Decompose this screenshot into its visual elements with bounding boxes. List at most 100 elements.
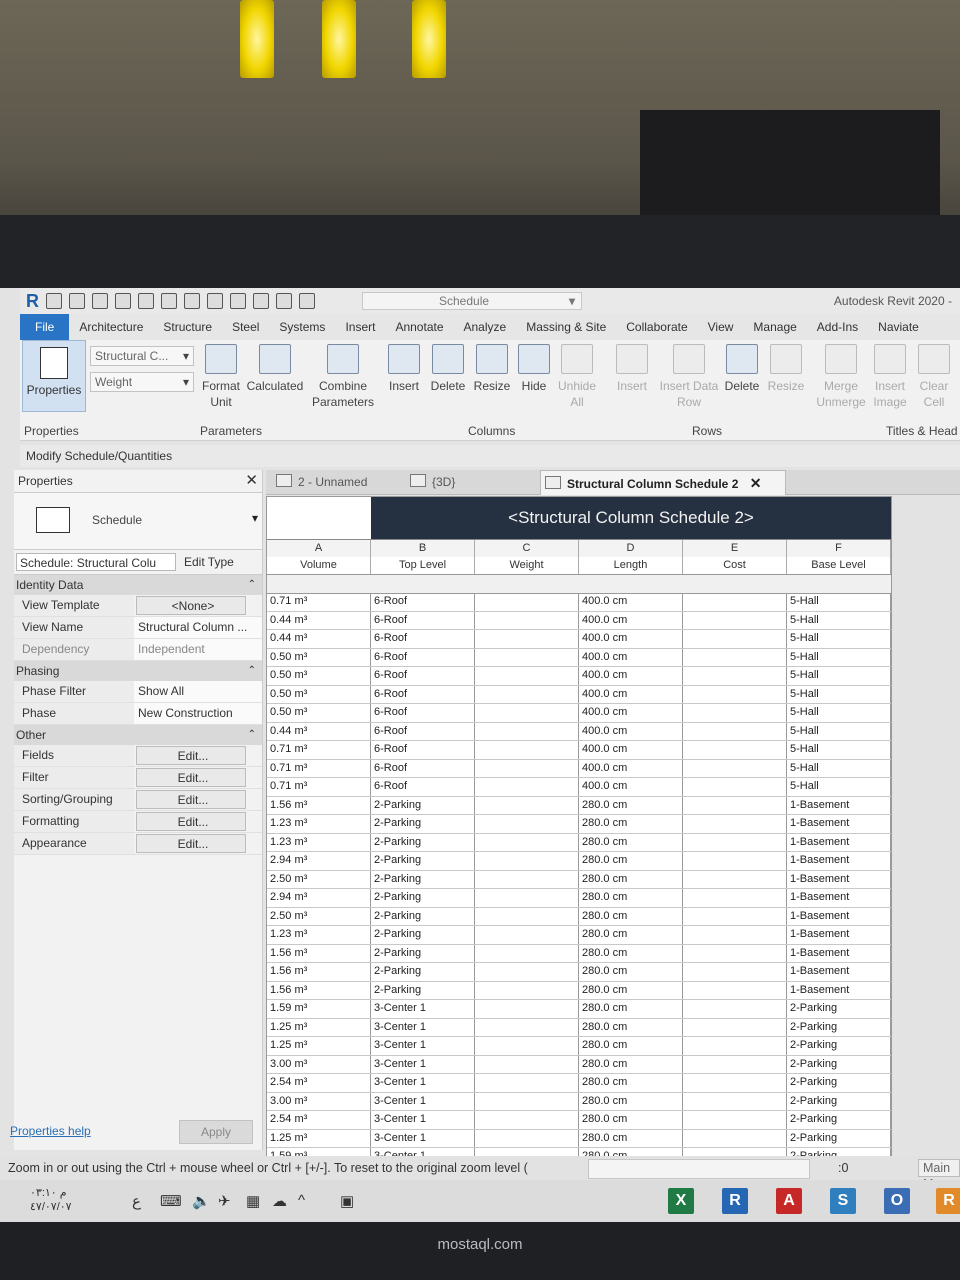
- table-cell[interactable]: [683, 685, 787, 703]
- redo-icon[interactable]: [138, 293, 154, 309]
- table-cell[interactable]: 1.56 m³: [267, 963, 371, 981]
- tab-analyze[interactable]: Analyze: [454, 320, 517, 334]
- table-cell[interactable]: [475, 1037, 579, 1055]
- table-row[interactable]: 0.50 m³ 6-Roof 400.0 cm 5-Hall: [267, 648, 891, 667]
- table-cell[interactable]: 2-Parking: [371, 963, 475, 981]
- table-row[interactable]: 0.71 m³ 6-Roof 400.0 cm 5-Hall: [267, 778, 891, 797]
- table-row[interactable]: 0.50 m³ 6-Roof 400.0 cm 5-Hall: [267, 685, 891, 704]
- table-cell[interactable]: 280.0 cm: [579, 889, 683, 907]
- table-cell[interactable]: [683, 630, 787, 648]
- table-cell[interactable]: 6-Roof: [371, 722, 475, 740]
- table-cell[interactable]: 1-Basement: [787, 852, 891, 870]
- app-icon[interactable]: R: [936, 1188, 960, 1214]
- table-cell[interactable]: 0.44 m³: [267, 630, 371, 648]
- table-cell[interactable]: 1-Basement: [787, 870, 891, 888]
- table-row[interactable]: 2.94 m³ 2-Parking 280.0 cm 1-Basement: [267, 889, 891, 908]
- table-cell[interactable]: 400.0 cm: [579, 722, 683, 740]
- table-cell[interactable]: 280.0 cm: [579, 944, 683, 962]
- table-cell[interactable]: 280.0 cm: [579, 1018, 683, 1036]
- table-cell[interactable]: 1.23 m³: [267, 926, 371, 944]
- table-cell[interactable]: 0.50 m³: [267, 648, 371, 666]
- table-cell[interactable]: 3-Center 1: [371, 1074, 475, 1092]
- tab-massing-site[interactable]: Massing & Site: [516, 320, 616, 334]
- table-row[interactable]: 0.44 m³ 6-Roof 400.0 cm 5-Hall: [267, 630, 891, 649]
- phase-filter-field[interactable]: Show All: [134, 681, 262, 702]
- table-cell[interactable]: 1.23 m³: [267, 833, 371, 851]
- table-cell[interactable]: 280.0 cm: [579, 1092, 683, 1110]
- table-cell[interactable]: [683, 1037, 787, 1055]
- 3d-view-icon[interactable]: [230, 293, 246, 309]
- table-row[interactable]: 1.23 m³ 2-Parking 280.0 cm 1-Basement: [267, 926, 891, 945]
- tab-add-ins[interactable]: Add-Ins: [807, 320, 868, 334]
- table-cell[interactable]: [475, 1129, 579, 1147]
- close-icon[interactable]: ✕: [750, 475, 762, 491]
- table-cell[interactable]: [475, 759, 579, 777]
- table-cell[interactable]: 2-Parking: [371, 926, 475, 944]
- chevron-up-icon[interactable]: ^: [298, 1192, 305, 1209]
- table-cell[interactable]: [475, 1018, 579, 1036]
- table-cell[interactable]: 280.0 cm: [579, 1111, 683, 1129]
- tab-manage[interactable]: Manage: [743, 320, 806, 334]
- sorting-edit-button[interactable]: Edit...: [136, 790, 246, 809]
- edit-type-button[interactable]: Edit Type: [184, 555, 234, 569]
- table-row[interactable]: 0.71 m³ 6-Roof 400.0 cm 5-Hall: [267, 759, 891, 778]
- table-row[interactable]: 3.00 m³ 3-Center 1 280.0 cm 2-Parking: [267, 1092, 891, 1111]
- column-letter[interactable]: F: [787, 540, 891, 557]
- table-cell[interactable]: 1-Basement: [787, 889, 891, 907]
- table-cell[interactable]: [683, 926, 787, 944]
- filter-edit-button[interactable]: Edit...: [136, 768, 246, 787]
- field-combo[interactable]: Weight: [90, 372, 194, 392]
- save-icon[interactable]: [69, 293, 85, 309]
- table-cell[interactable]: 3-Center 1: [371, 1037, 475, 1055]
- table-cell[interactable]: 3-Center 1: [371, 1055, 475, 1073]
- table-cell[interactable]: 3.00 m³: [267, 1092, 371, 1110]
- table-cell[interactable]: 1-Basement: [787, 963, 891, 981]
- table-cell[interactable]: 6-Roof: [371, 704, 475, 722]
- table-cell[interactable]: 3.00 m³: [267, 1055, 371, 1073]
- table-cell[interactable]: 400.0 cm: [579, 759, 683, 777]
- table-cell[interactable]: [475, 741, 579, 759]
- close-icon[interactable]: ✕: [245, 470, 258, 492]
- table-cell[interactable]: [475, 926, 579, 944]
- table-cell[interactable]: [683, 741, 787, 759]
- table-cell[interactable]: 5-Hall: [787, 759, 891, 777]
- switch-windows-icon[interactable]: [299, 293, 315, 309]
- table-cell[interactable]: 400.0 cm: [579, 667, 683, 685]
- table-cell[interactable]: [475, 685, 579, 703]
- table-cell[interactable]: 1.25 m³: [267, 1018, 371, 1036]
- table-row[interactable]: 1.25 m³ 3-Center 1 280.0 cm 2-Parking: [267, 1018, 891, 1037]
- table-cell[interactable]: [683, 704, 787, 722]
- table-cell[interactable]: 0.71 m³: [267, 741, 371, 759]
- tab-annotate[interactable]: Annotate: [385, 320, 453, 334]
- table-cell[interactable]: 1.25 m³: [267, 1037, 371, 1055]
- onedrive-icon[interactable]: ☁: [272, 1192, 287, 1210]
- insert-image-button[interactable]: Insert Image: [870, 344, 910, 410]
- table-cell[interactable]: [475, 778, 579, 796]
- insert-row-button[interactable]: Insert: [610, 344, 654, 394]
- table-cell[interactable]: 1-Basement: [787, 907, 891, 925]
- table-cell[interactable]: [475, 611, 579, 629]
- airplane-icon[interactable]: ✈: [218, 1192, 231, 1210]
- sheets-app-icon[interactable]: S: [830, 1188, 856, 1214]
- table-cell[interactable]: [475, 852, 579, 870]
- table-cell[interactable]: [683, 815, 787, 833]
- delete-row-button[interactable]: Delete: [720, 344, 764, 394]
- table-cell[interactable]: 0.50 m³: [267, 685, 371, 703]
- table-cell[interactable]: 1.59 m³: [267, 1000, 371, 1018]
- table-cell[interactable]: 400.0 cm: [579, 630, 683, 648]
- table-cell[interactable]: 400.0 cm: [579, 704, 683, 722]
- revit-logo-icon[interactable]: R: [26, 291, 39, 312]
- table-cell[interactable]: 2-Parking: [787, 1037, 891, 1055]
- table-cell[interactable]: [683, 778, 787, 796]
- table-cell[interactable]: 1-Basement: [787, 796, 891, 814]
- table-cell[interactable]: 2-Parking: [787, 1000, 891, 1018]
- table-cell[interactable]: [475, 833, 579, 851]
- table-cell[interactable]: 2-Parking: [371, 907, 475, 925]
- table-cell[interactable]: 1-Basement: [787, 815, 891, 833]
- table-cell[interactable]: 1.56 m³: [267, 796, 371, 814]
- table-cell[interactable]: 2-Parking: [371, 796, 475, 814]
- table-cell[interactable]: [475, 648, 579, 666]
- table-cell[interactable]: 280.0 cm: [579, 981, 683, 999]
- tab-insert[interactable]: Insert: [335, 320, 385, 334]
- merge-unmerge-button[interactable]: Merge Unmerge: [812, 344, 870, 410]
